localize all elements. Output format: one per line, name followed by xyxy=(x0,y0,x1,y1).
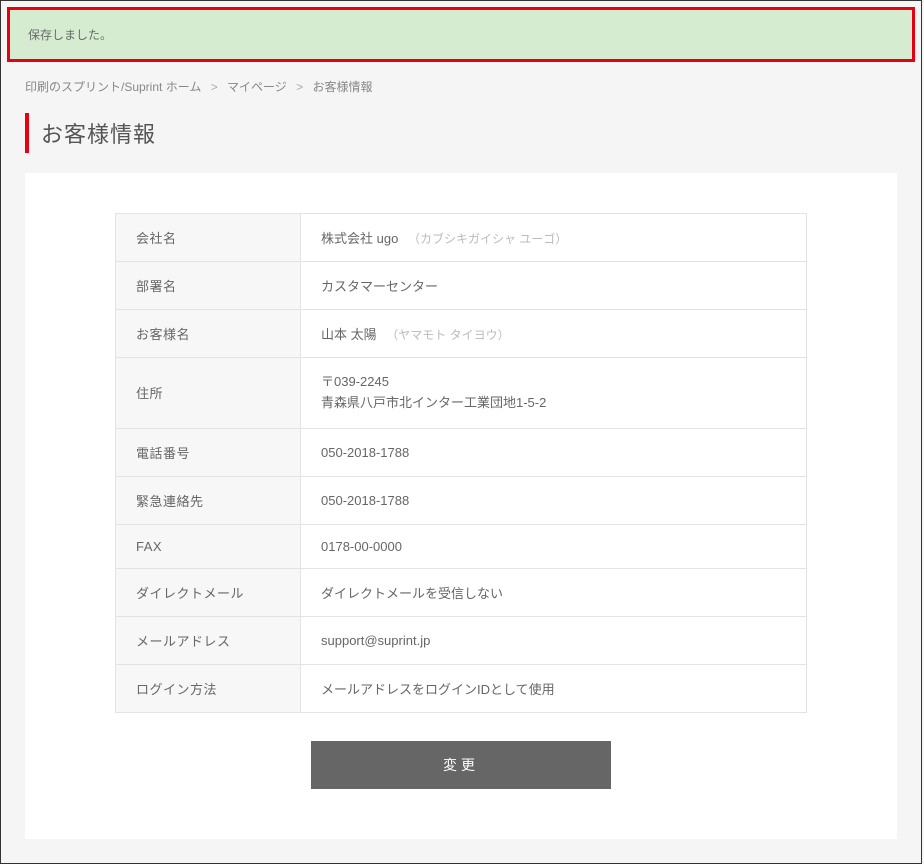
value-department: カスタマーセンター xyxy=(301,262,807,310)
label-emergency: 緊急連絡先 xyxy=(116,476,301,524)
table-row: ダイレクトメール ダイレクトメールを受信しない xyxy=(116,568,807,616)
table-row: メールアドレス support@suprint.jp xyxy=(116,616,807,664)
change-button[interactable]: 変更 xyxy=(311,741,611,789)
page-title: お客様情報 xyxy=(25,113,897,153)
customer-kana: （ヤマモト タイヨウ） xyxy=(386,328,509,342)
table-row: お客様名 山本 太陽 （ヤマモト タイヨウ） xyxy=(116,310,807,358)
value-fax: 0178-00-0000 xyxy=(301,524,807,568)
label-email: メールアドレス xyxy=(116,616,301,664)
label-login: ログイン方法 xyxy=(116,664,301,712)
save-success-alert: 保存しました。 xyxy=(7,7,915,62)
value-emergency: 050-2018-1788 xyxy=(301,476,807,524)
value-login: メールアドレスをログインIDとして使用 xyxy=(301,664,807,712)
label-fax: FAX xyxy=(116,524,301,568)
table-row: 電話番号 050-2018-1788 xyxy=(116,428,807,476)
table-row: 緊急連絡先 050-2018-1788 xyxy=(116,476,807,524)
breadcrumb-current: お客様情報 xyxy=(313,80,373,94)
address-postal: 〒039-2245 xyxy=(321,372,786,393)
company-kana: （カブシキガイシャ ユーゴ） xyxy=(408,232,567,246)
value-company: 株式会社 ugo （カブシキガイシャ ユーゴ） xyxy=(301,214,807,262)
breadcrumb-sep: > xyxy=(211,80,218,94)
breadcrumb-mypage[interactable]: マイページ xyxy=(227,80,287,94)
label-customer: お客様名 xyxy=(116,310,301,358)
table-row: 会社名 株式会社 ugo （カブシキガイシャ ユーゴ） xyxy=(116,214,807,262)
label-department: 部署名 xyxy=(116,262,301,310)
table-row: 部署名 カスタマーセンター xyxy=(116,262,807,310)
label-company: 会社名 xyxy=(116,214,301,262)
label-tel: 電話番号 xyxy=(116,428,301,476)
label-address: 住所 xyxy=(116,358,301,429)
breadcrumb: 印刷のスプリント/Suprint ホーム > マイページ > お客様情報 xyxy=(1,68,921,103)
label-dm: ダイレクトメール xyxy=(116,568,301,616)
table-row: ログイン方法 メールアドレスをログインIDとして使用 xyxy=(116,664,807,712)
table-row: FAX 0178-00-0000 xyxy=(116,524,807,568)
alert-message: 保存しました。 xyxy=(28,28,112,42)
value-address: 〒039-2245 青森県八戸市北インター工業団地1-5-2 xyxy=(301,358,807,429)
value-dm: ダイレクトメールを受信しない xyxy=(301,568,807,616)
customer-info-table: 会社名 株式会社 ugo （カブシキガイシャ ユーゴ） 部署名 カスタマーセンタ… xyxy=(115,213,807,713)
value-tel: 050-2018-1788 xyxy=(301,428,807,476)
value-email: support@suprint.jp xyxy=(301,616,807,664)
customer-info-card: 会社名 株式会社 ugo （カブシキガイシャ ユーゴ） 部署名 カスタマーセンタ… xyxy=(25,173,897,839)
address-line: 青森県八戸市北インター工業団地1-5-2 xyxy=(321,393,786,414)
table-row: 住所 〒039-2245 青森県八戸市北インター工業団地1-5-2 xyxy=(116,358,807,429)
breadcrumb-sep: > xyxy=(296,80,303,94)
breadcrumb-home[interactable]: 印刷のスプリント/Suprint ホーム xyxy=(25,80,201,94)
value-customer: 山本 太陽 （ヤマモト タイヨウ） xyxy=(301,310,807,358)
